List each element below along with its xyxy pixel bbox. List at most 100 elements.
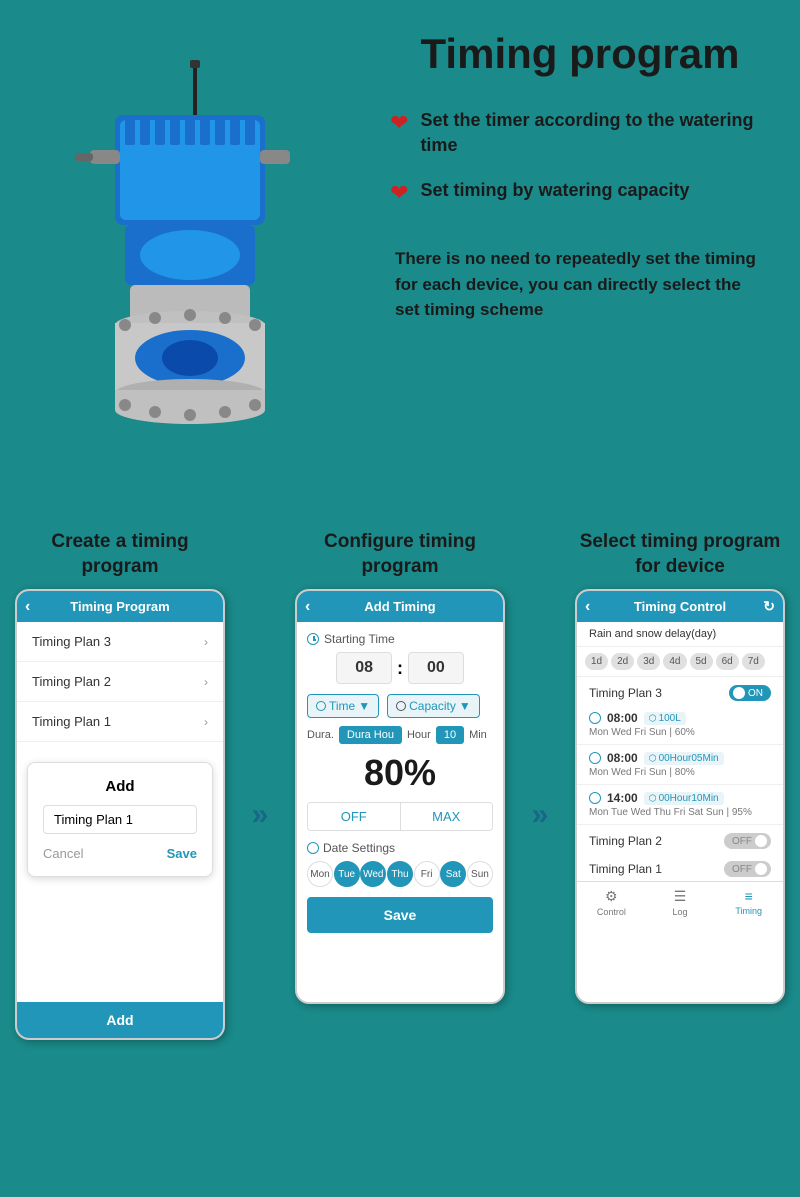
e1-badge: ⬡ 100L [644, 712, 686, 725]
time-mode-chevron: ▼ [358, 699, 370, 713]
plan2-toggle-label: OFF [732, 836, 752, 847]
date-settings-text: Date Settings [323, 841, 395, 855]
bullet-text-2: Set timing by watering capacity [420, 178, 689, 203]
e3-badge-icon: ⬡ [649, 793, 657, 804]
phone2-label: Configure timing program [295, 530, 505, 579]
phone1-mockup: ‹ Timing Program Timing Plan 3 › Timing … [15, 589, 225, 1040]
plan1-header-label: Timing Plan 1 [589, 862, 662, 876]
phone1-back-arrow[interactable]: ‹ [25, 598, 30, 616]
nav-item-log[interactable]: ☰ Log [646, 888, 715, 917]
phone2-mockup: ‹ Add Timing Starting Time [295, 589, 505, 1004]
cancel-button[interactable]: Cancel [43, 846, 83, 861]
phone2-save-button[interactable]: Save [307, 897, 493, 933]
bullet-item-2: ❤ Set timing by watering capacity [390, 178, 770, 206]
day-tab-5d[interactable]: 5d [690, 653, 713, 670]
plan1-label: Timing Plan 1 [32, 714, 111, 729]
plan2-header-row: Timing Plan 2 OFF [577, 825, 783, 853]
phone2-col: Configure timing program ‹ Add Timing [295, 530, 505, 1040]
list-item-plan1[interactable]: Timing Plan 1 › [17, 702, 223, 742]
day-fri[interactable]: Fri [414, 861, 440, 887]
day-tab-1d[interactable]: 1d [585, 653, 608, 670]
double-arrow-2: » [532, 798, 549, 832]
phones-row: Create a timing program ‹ Timing Program… [15, 530, 785, 1040]
e1-badge-text: 100L [659, 713, 681, 724]
clock-icon-e1 [589, 712, 601, 724]
phone3-header-title: Timing Control [634, 599, 726, 614]
plan2-arrow: › [204, 675, 208, 689]
double-arrow-1: » [252, 798, 269, 832]
day-tue[interactable]: Tue [334, 861, 360, 887]
dura-num[interactable]: 10 [436, 726, 464, 744]
toggle-circle-2 [755, 835, 767, 847]
max-button[interactable]: MAX [401, 803, 493, 830]
timing-entry-2-row2: Mon Wed Fri Sun | 80% [589, 767, 771, 778]
phone3-header: ‹ Timing Control ↻ [577, 591, 783, 622]
e3-badge-text: 00Hour10Min [659, 793, 719, 804]
plan1-toggle-label: OFF [732, 864, 752, 875]
phone1-label: Create a timing program [15, 530, 225, 579]
plan3-toggle[interactable]: ON [729, 685, 771, 701]
phone3-label: Select timing program for device [575, 530, 785, 579]
plan1-toggle[interactable]: OFF [724, 861, 771, 877]
add-dialog-input[interactable] [43, 805, 197, 834]
list-item-plan3[interactable]: Timing Plan 3 › [17, 622, 223, 662]
capacity-mode-select[interactable]: Capacity ▼ [387, 694, 480, 718]
day-thu[interactable]: Thu [387, 861, 413, 887]
top-section: Timing program ❤ Set the timer according… [0, 0, 800, 530]
phone3-back-arrow[interactable]: ‹ [585, 598, 590, 616]
bullet-text-1: Set the timer according to the watering … [420, 108, 770, 158]
dura-input[interactable]: Dura Hou [339, 726, 402, 744]
e1-badge-icon: ⬡ [649, 713, 657, 724]
day-tab-3d[interactable]: 3d [637, 653, 660, 670]
nav-item-timing[interactable]: ≡ Timing [714, 888, 783, 917]
timing-entry-1-row2: Mon Wed Fri Sun | 60% [589, 727, 771, 738]
hour-box[interactable]: 08 [336, 652, 392, 684]
refresh-icon[interactable]: ↻ [763, 598, 775, 615]
delay-label: Rain and snow delay(day) [577, 622, 783, 647]
control-nav-icon: ⚙ [605, 888, 618, 905]
phone1-body: Timing Plan 3 › Timing Plan 2 › Timing P… [17, 622, 223, 1002]
e2-badge-icon: ⬡ [649, 753, 657, 764]
phone2-header: ‹ Add Timing [297, 591, 503, 622]
time-mode-select[interactable]: Time ▼ [307, 694, 379, 718]
day-mon[interactable]: Mon [307, 861, 333, 887]
plan3-arrow: › [204, 635, 208, 649]
arrow-between-1: » [235, 530, 285, 1040]
phone2-back-arrow[interactable]: ‹ [305, 598, 310, 616]
save-button-dialog[interactable]: Save [167, 846, 197, 861]
description-text: There is no need to repeatedly set the t… [390, 246, 770, 323]
phone2-header-title: Add Timing [364, 599, 435, 614]
starting-time-section: Starting Time 08 : 00 [307, 632, 493, 684]
plan3-header-row: Timing Plan 3 ON [577, 677, 783, 705]
add-timing-body: Starting Time 08 : 00 Time [297, 622, 503, 943]
e2-badge-text: 00Hour05Min [659, 753, 719, 764]
plan2-toggle[interactable]: OFF [724, 833, 771, 849]
e2-badge: ⬡ 00Hour05Min [644, 752, 724, 765]
day-tab-2d[interactable]: 2d [611, 653, 634, 670]
day-tab-7d[interactable]: 7d [742, 653, 765, 670]
nav-log-label: Log [672, 907, 687, 917]
timing-entry-1: 08:00 ⬡ 100L Mon Wed Fri Sun | 60% [577, 705, 783, 745]
heart-icon-2: ❤ [390, 180, 408, 206]
e3-badge: ⬡ 00Hour10Min [644, 792, 724, 805]
day-tab-4d[interactable]: 4d [663, 653, 686, 670]
phone3-body: Rain and snow delay(day) 1d 2d 3d 4d 5d … [577, 622, 783, 1002]
phone3-mockup: ‹ Timing Control ↻ Rain and snow delay(d… [575, 589, 785, 1004]
capacity-mode-chevron: ▼ [459, 699, 471, 713]
minute-box[interactable]: 00 [408, 652, 464, 684]
e2-time: 08:00 [607, 751, 638, 765]
e1-time: 08:00 [607, 711, 638, 725]
day-sat[interactable]: Sat [440, 861, 466, 887]
time-mode-label: Time [329, 699, 355, 713]
nav-item-control[interactable]: ⚙ Control [577, 888, 646, 917]
timing-entry-1-row1: 08:00 ⬡ 100L [589, 711, 771, 725]
day-tab-6d[interactable]: 6d [716, 653, 739, 670]
log-nav-icon: ☰ [674, 888, 687, 905]
off-button[interactable]: OFF [308, 803, 401, 830]
phone1-add-button[interactable]: Add [17, 1002, 223, 1038]
day-sun[interactable]: Sun [467, 861, 493, 887]
day-wed[interactable]: Wed [360, 861, 386, 887]
nav-control-label: Control [597, 907, 626, 917]
timing-entry-2: 08:00 ⬡ 00Hour05Min Mon Wed Fri Sun | 80… [577, 745, 783, 785]
list-item-plan2[interactable]: Timing Plan 2 › [17, 662, 223, 702]
